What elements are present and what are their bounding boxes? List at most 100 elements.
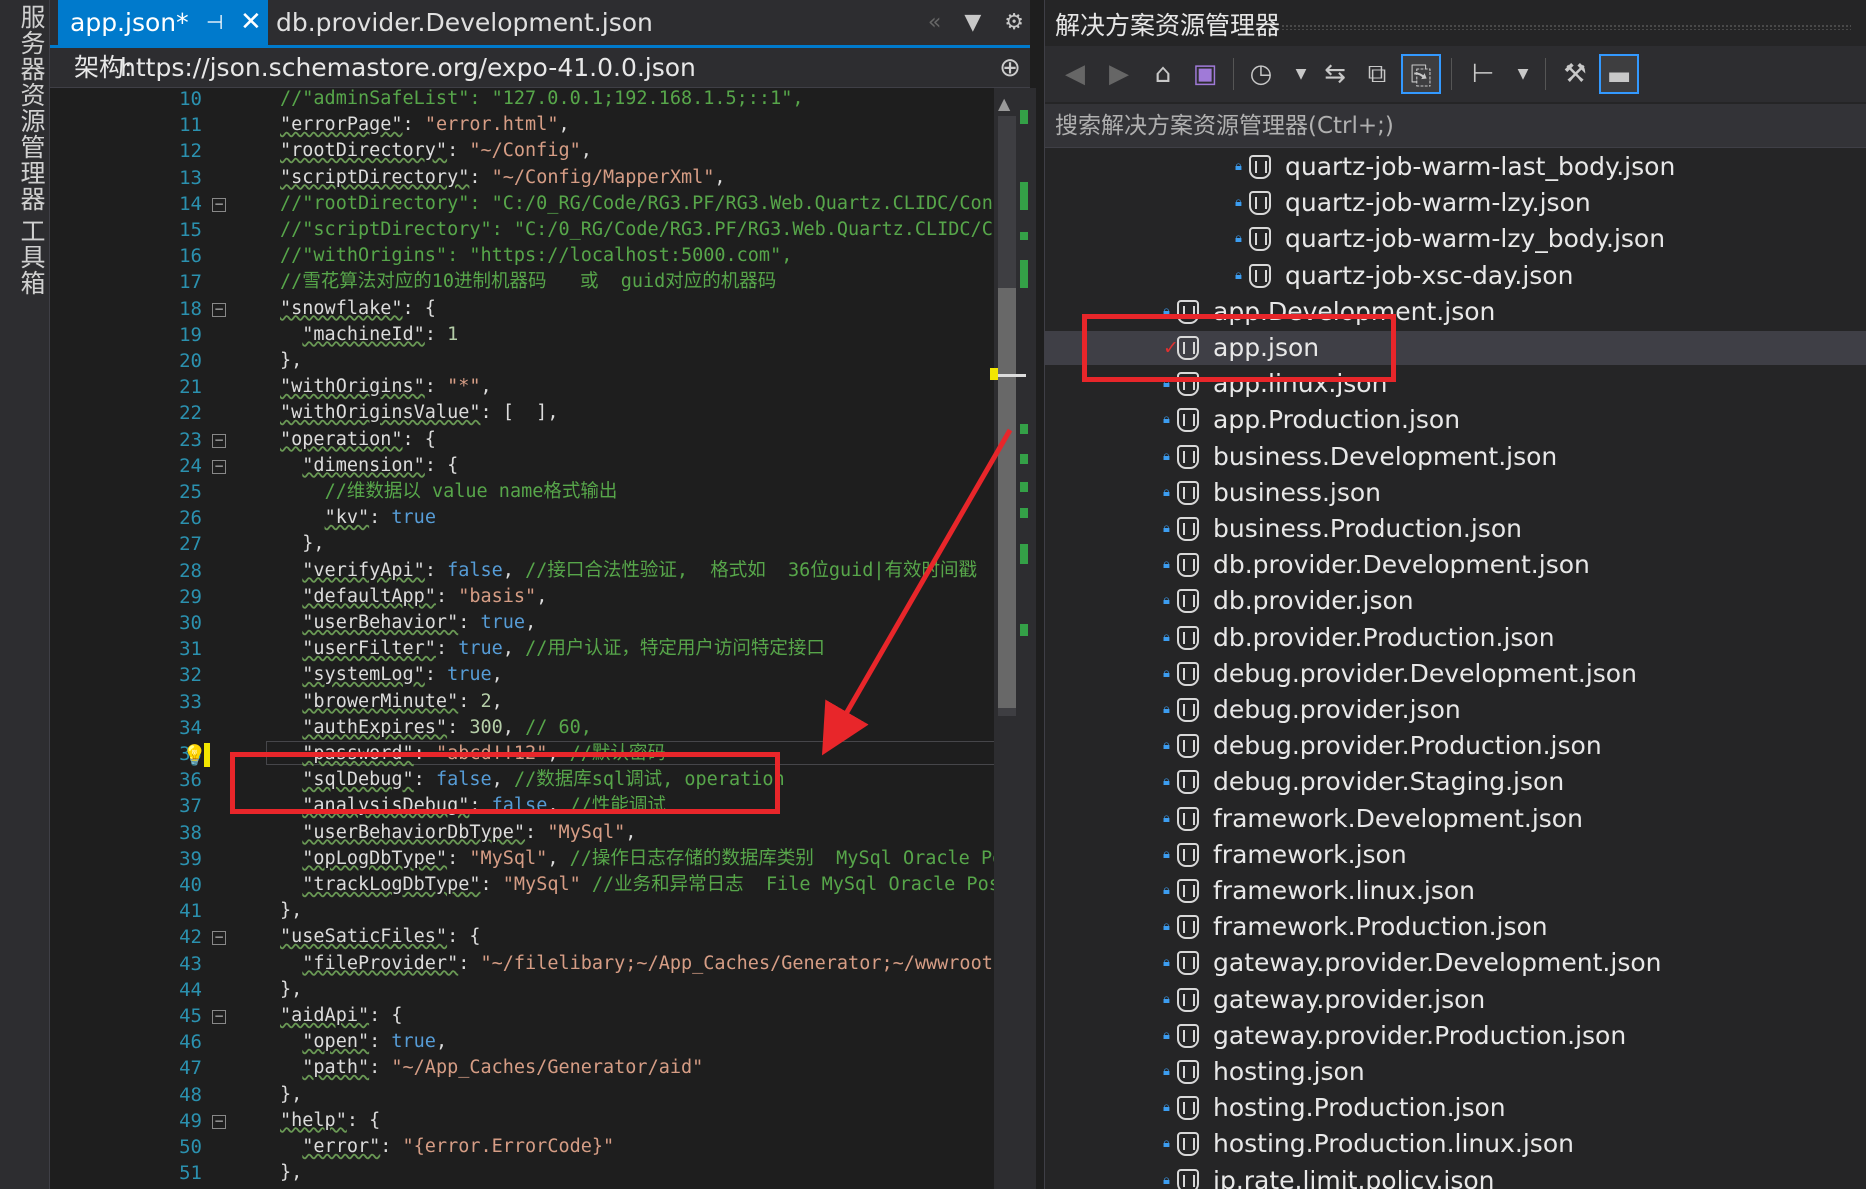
code-line[interactable]: "help": { bbox=[280, 1110, 380, 1132]
line-number: 28 bbox=[179, 559, 202, 582]
line-number: 43 bbox=[179, 952, 202, 975]
code-line[interactable]: "userBehaviorDbType": "MySql", bbox=[280, 822, 636, 844]
properties-tree-icon[interactable]: ⊢ bbox=[1463, 54, 1503, 94]
tab-label: app.json* bbox=[70, 8, 189, 37]
code-line[interactable]: }, bbox=[280, 533, 324, 555]
lock-icon: 🔒︎ bbox=[1163, 448, 1170, 464]
code-line[interactable]: "errorPage": "error.html", bbox=[280, 114, 570, 136]
code-line[interactable]: //"withOrigins": "https://localhost:5000… bbox=[280, 245, 792, 267]
code-text[interactable]: //"adminSafeList": "127.0.0.1;192.168.1.… bbox=[280, 88, 1036, 1189]
code-line[interactable]: "aidApi": { bbox=[280, 1005, 403, 1027]
gear-icon[interactable]: ⚙ bbox=[1004, 10, 1024, 35]
code-line[interactable]: "defaultApp": "basis", bbox=[280, 586, 547, 608]
fold-toggle-icon[interactable]: − bbox=[212, 1010, 226, 1024]
tree-item-label: business.Development.json bbox=[1213, 441, 1558, 471]
code-line[interactable]: "scriptDirectory": "~/Config/MapperXml", bbox=[280, 167, 726, 189]
back-icon[interactable]: ◀ bbox=[1055, 54, 1095, 94]
pin-icon[interactable]: ⊣ bbox=[206, 0, 223, 45]
fold-toggle-icon[interactable]: − bbox=[212, 302, 226, 317]
line-number: 40 bbox=[179, 874, 202, 896]
code-line[interactable]: "dimension": { bbox=[280, 455, 458, 477]
code-line[interactable]: "verifyApi": false, //接口合法性验证, 格式如 36位gu… bbox=[280, 560, 977, 582]
code-line[interactable]: //维数据以 value name格式输出 bbox=[280, 481, 618, 503]
preview-icon[interactable]: ▬ bbox=[1599, 54, 1639, 94]
tree-item-label: hosting.Production.json bbox=[1213, 1093, 1506, 1123]
settings-wrench-icon[interactable]: ⚒ bbox=[1555, 54, 1595, 94]
chevron-down-icon[interactable]: ▼ bbox=[1503, 54, 1543, 94]
code-line[interactable]: }, bbox=[280, 350, 302, 372]
lock-icon: 🔒︎ bbox=[1163, 702, 1170, 717]
editor-vertical-scrollbar[interactable]: ▲ bbox=[990, 88, 1036, 1189]
lock-icon: 🔒︎ bbox=[1163, 1027, 1170, 1043]
fold-toggle-icon[interactable]: − bbox=[212, 1114, 226, 1129]
line-number: 48 bbox=[179, 1083, 202, 1106]
json-file-icon bbox=[1177, 987, 1199, 1012]
code-line[interactable]: "useSaticFiles": { bbox=[280, 926, 481, 948]
code-line[interactable]: "authExpires": 300, // 60, bbox=[280, 717, 592, 739]
line-number: 46 bbox=[179, 1031, 202, 1054]
code-line[interactable]: "path": "~/App_Caches/Generator/aid" bbox=[280, 1057, 703, 1079]
code-line[interactable]: "fileProvider": "~/filelibary;~/App_Cach… bbox=[280, 953, 1036, 975]
search-input[interactable]: 搜索解决方案资源管理器(Ctrl+;) bbox=[1045, 104, 1866, 148]
history-icon[interactable]: ◷ bbox=[1241, 54, 1281, 94]
line-number: 29 bbox=[179, 585, 202, 608]
code-line[interactable]: "opLogDbType": "MySql", //操作日志存储的数据库类别 M… bbox=[280, 848, 1036, 870]
code-line[interactable]: "trackLogDbType": "MySql" //业务和异常日志 File… bbox=[280, 874, 1036, 896]
toolbox-tab[interactable]: 工具箱 bbox=[13, 218, 49, 296]
code-line[interactable]: //"scriptDirectory": "C:/0_RG/Code/RG3.P… bbox=[280, 219, 1036, 241]
forward-icon[interactable]: ▶ bbox=[1099, 54, 1139, 94]
home-icon[interactable]: ⌂ bbox=[1143, 54, 1183, 94]
code-line[interactable]: "browerMinute": 2, bbox=[280, 691, 503, 713]
change-marker bbox=[1020, 454, 1028, 464]
code-line[interactable]: }, bbox=[280, 1084, 302, 1106]
code-line[interactable]: //"rootDirectory": "C:/0_RG/Code/RG3.PF/… bbox=[280, 193, 1036, 215]
tree-item-label: hosting.Production.linux.json bbox=[1213, 1129, 1574, 1159]
code-line[interactable]: "userBehavior": true, bbox=[280, 612, 536, 634]
fold-toggle-icon[interactable]: − bbox=[212, 931, 226, 946]
fold-toggle-icon[interactable]: − bbox=[212, 197, 226, 212]
code-line[interactable]: "withOrigins": "*", bbox=[280, 376, 492, 398]
code-line[interactable]: }, bbox=[280, 1162, 302, 1184]
code-line[interactable]: "snowflake": { bbox=[280, 298, 436, 320]
code-line[interactable]: "open": true, bbox=[280, 1031, 447, 1053]
json-file-icon bbox=[1177, 1060, 1199, 1084]
line-number: 25 bbox=[179, 481, 202, 503]
lock-icon: 🔒︎ bbox=[1163, 629, 1170, 645]
fold-toggle-icon[interactable]: − bbox=[212, 459, 226, 474]
fold-toggle-icon[interactable]: − bbox=[212, 433, 226, 448]
line-number: 11 bbox=[179, 114, 202, 137]
scroll-thumb[interactable] bbox=[998, 288, 1016, 708]
show-all-files-icon[interactable]: ⎘ bbox=[1401, 54, 1441, 94]
code-line[interactable]: "machineId": 1 bbox=[280, 324, 458, 346]
server-explorer-tab[interactable]: 服务器资源管理器 bbox=[13, 4, 49, 212]
collapse-all-icon[interactable]: ⧉ bbox=[1357, 54, 1397, 94]
lock-icon: 🔒︎ bbox=[1163, 484, 1170, 500]
lock-icon: 🔒︎ bbox=[1163, 846, 1170, 862]
fold-margin: − − − − − − − 💡 bbox=[182, 88, 264, 1189]
lock-icon: 🔒︎ bbox=[1163, 883, 1170, 898]
tab-dropdown-icon[interactable]: ▼ bbox=[964, 10, 981, 35]
code-line[interactable]: //雪花算法对应的10进制机器码 或 guid对应的机器码 bbox=[280, 271, 776, 293]
split-window-icon[interactable]: ⊕ bbox=[990, 48, 1030, 88]
json-file-icon bbox=[1177, 951, 1199, 976]
code-line[interactable]: "kv": true bbox=[280, 507, 436, 529]
code-line[interactable]: "systemLog": true, bbox=[280, 664, 503, 686]
code-line[interactable]: "withOriginsValue": [ ], bbox=[280, 402, 558, 424]
code-line[interactable]: "error": "{error.ErrorCode}" bbox=[280, 1136, 614, 1158]
vs-switch-icon[interactable]: ▣ bbox=[1185, 54, 1225, 94]
scroll-up-icon[interactable]: ▲ bbox=[998, 94, 1010, 113]
close-icon[interactable]: ✕ bbox=[240, 0, 262, 45]
code-line[interactable]: }, bbox=[280, 979, 302, 1001]
scroll-tabs-icon[interactable]: « bbox=[928, 10, 941, 35]
code-line[interactable]: }, bbox=[280, 900, 302, 922]
code-line[interactable]: //"adminSafeList": "127.0.0.1;192.168.1.… bbox=[280, 88, 803, 110]
code-line[interactable]: "rootDirectory": "~/Config", bbox=[280, 140, 592, 162]
code-line[interactable]: "operation": { bbox=[280, 429, 436, 451]
schema-select[interactable]: https://json.schemastore.org/expo-41.0.0… bbox=[120, 48, 1020, 88]
tab-app-json[interactable]: app.json* ⊣ ✕ bbox=[58, 0, 268, 45]
code-line[interactable]: "userFilter": true, //用户认证，特定用户访问特定接口 bbox=[280, 638, 825, 660]
annotation-box-app-json bbox=[1082, 314, 1396, 382]
sync-icon[interactable]: ⇆ bbox=[1315, 54, 1355, 94]
tab-db-provider-development[interactable]: db.provider.Development.json bbox=[276, 0, 653, 45]
title-grip[interactable] bbox=[1281, 24, 1851, 30]
